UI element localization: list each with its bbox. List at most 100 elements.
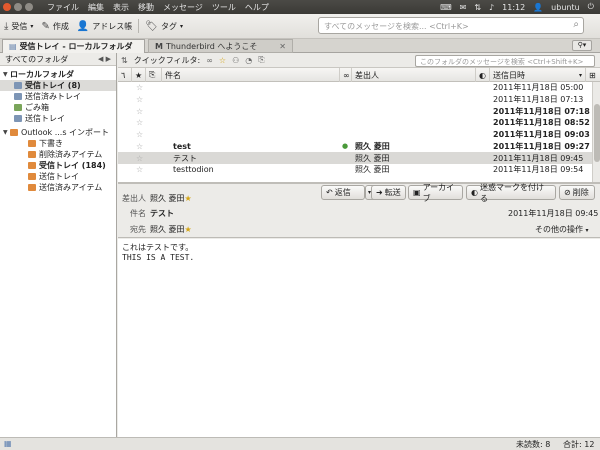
total-count: 合計: 12: [563, 440, 595, 449]
column-subject[interactable]: 件名: [162, 68, 340, 82]
star-icon[interactable]: ☆: [136, 142, 143, 151]
tag-filter-icon[interactable]: ◔: [245, 56, 252, 65]
forward-button[interactable]: ➜ 転送: [371, 185, 406, 200]
message-date-value: 2011年11月18日 09:45: [508, 209, 599, 218]
menu-go[interactable]: 移動: [138, 2, 154, 13]
star-column-icon[interactable]: ★: [132, 68, 146, 82]
power-icon[interactable]: ⏻: [588, 2, 594, 12]
column-from[interactable]: 差出人: [352, 68, 476, 82]
attachment-column-icon[interactable]: ⎘: [146, 68, 162, 82]
menu-file[interactable]: ファイル: [47, 2, 79, 13]
folder-search-input[interactable]: このフォルダのメッセージを検索 <Ctrl+Shift+K>: [415, 55, 595, 67]
attachment-filter-icon[interactable]: ⎘: [258, 55, 264, 65]
chevron-down-icon: ▾: [585, 227, 589, 234]
tab-inbox-label: 受信トレイ - ローカルフォルダ: [19, 42, 133, 51]
global-search-input[interactable]: すべてのメッセージを検索... <Ctrl+K> ⌕: [318, 17, 584, 34]
filter-toggle-icon[interactable]: ⇅: [121, 56, 128, 65]
volume-icon[interactable]: ♪: [489, 3, 494, 12]
folder-sent-items[interactable]: 送信済みアイテム: [0, 182, 116, 193]
expand-icon[interactable]: ▼: [3, 71, 10, 78]
minimize-window-icon[interactable]: [14, 3, 22, 11]
junk-button[interactable]: ◐ 迷惑マークを付ける: [466, 183, 556, 203]
star-icon[interactable]: ★: [185, 194, 192, 203]
tab-inbox[interactable]: ▤ 受信トレイ - ローカルフォルダ: [2, 39, 145, 53]
message-row[interactable]: ☆ test ● 照久 菱田 2011年11月18日 09:27: [118, 141, 592, 153]
mail-indicator-icon[interactable]: ✉: [460, 3, 467, 12]
message-row[interactable]: ☆ testtodion 照久 菱田 2011年11月18日 09:54: [118, 164, 592, 176]
tag-button[interactable]: 🏷 タグ ▾: [141, 17, 187, 35]
keyboard-icon[interactable]: ⌨: [440, 3, 452, 12]
star-icon[interactable]: ☆: [136, 154, 143, 163]
maximize-window-icon[interactable]: [25, 3, 33, 11]
folder-label: 削除済みアイテム: [39, 150, 103, 159]
folder-local[interactable]: ▼ ローカルフォルダ: [0, 69, 116, 80]
junk-icon: ◐: [471, 188, 478, 197]
message-row[interactable]: ☆ 2011年11月18日 05:00: [118, 82, 592, 94]
message-row-selected[interactable]: ☆ テスト 照久 菱田 2011年11月18日 09:45: [118, 152, 592, 164]
read-column-icon[interactable]: ∞: [340, 68, 352, 82]
compose-button[interactable]: ✎ 作成: [37, 17, 72, 35]
message-body[interactable]: これはテストです。 THIS IS A TEST.: [118, 239, 600, 437]
archive-button[interactable]: ▣ アーカイブ: [408, 183, 463, 203]
username[interactable]: ubuntu: [551, 3, 580, 12]
message-row[interactable]: ☆ 2011年11月18日 07:13: [118, 94, 592, 106]
folder-view-arrows-icon[interactable]: ◀ ▶: [98, 55, 111, 63]
chevron-down-icon[interactable]: ▾: [30, 23, 33, 30]
from-value[interactable]: 照久 菱田★: [150, 193, 192, 204]
search-icon[interactable]: ⌕: [573, 19, 579, 30]
online-status-icon[interactable]: ▦: [4, 439, 12, 448]
compose-label: 作成: [52, 21, 69, 31]
message-row[interactable]: ☆ 2011年11月18日 08:52: [118, 117, 592, 129]
to-value[interactable]: 照久 菱田★: [150, 224, 192, 235]
junk-column-icon[interactable]: ◐: [476, 68, 490, 82]
app-menu-button[interactable]: ⚲▾: [572, 40, 592, 51]
expand-icon[interactable]: ▼: [3, 129, 10, 136]
menu-tools[interactable]: ツール: [212, 2, 236, 13]
folder-trash[interactable]: ごみ箱: [0, 102, 116, 113]
folder-sent[interactable]: 送信済みトレイ: [0, 91, 116, 102]
unread-filter-icon[interactable]: ∞: [206, 56, 213, 65]
star-icon[interactable]: ☆: [136, 118, 143, 127]
folder-inbox[interactable]: 受信トレイ (8): [0, 80, 116, 91]
folder-drafts[interactable]: 下書き: [0, 138, 116, 149]
folder-outlook-outbox[interactable]: 送信トレイ: [0, 171, 116, 182]
folder-outlook-inbox[interactable]: 受信トレイ (184): [0, 160, 116, 171]
delete-button[interactable]: ⊘ 削除: [559, 185, 595, 200]
unread-dot-icon[interactable]: ●: [342, 142, 348, 150]
folder-deleted-items[interactable]: 削除済みアイテム: [0, 149, 116, 160]
thread-column-icon[interactable]: ٦: [118, 68, 132, 82]
other-actions-button[interactable]: その他の操作 ▾: [535, 224, 589, 235]
message-icon: M: [155, 41, 163, 51]
close-icon[interactable]: ✕: [279, 42, 286, 51]
star-icon[interactable]: ☆: [136, 165, 143, 174]
menu-edit[interactable]: 編集: [88, 2, 104, 13]
star-icon[interactable]: ☆: [136, 107, 143, 116]
scrollbar-thumb[interactable]: [594, 104, 600, 162]
contact-filter-icon[interactable]: ⚇: [232, 56, 239, 65]
menu-help[interactable]: ヘルプ: [245, 2, 269, 13]
receive-button[interactable]: ⤓ 受信 ▾: [0, 17, 37, 35]
subject-label: 件名: [130, 209, 146, 218]
column-date[interactable]: 送信日時 ▾: [490, 68, 586, 82]
star-filter-icon[interactable]: ☆: [219, 56, 226, 65]
folder-pane-header[interactable]: すべてのフォルダ ◀ ▶: [0, 53, 116, 66]
addressbook-button[interactable]: 👤 アドレス帳: [73, 17, 136, 35]
tab-welcome[interactable]: M Thunderbird へようこそ ✕: [148, 39, 293, 53]
clock[interactable]: 11:12: [502, 3, 525, 12]
reply-button[interactable]: ↶ 返信: [321, 185, 365, 200]
menu-view[interactable]: 表示: [113, 2, 129, 13]
network-icon[interactable]: ⇅: [474, 3, 481, 12]
message-list-scrollbar[interactable]: [592, 82, 600, 182]
close-window-icon[interactable]: [3, 3, 11, 11]
folder-icon: [28, 162, 36, 169]
folder-outbox[interactable]: 送信トレイ: [0, 113, 116, 124]
star-icon[interactable]: ★: [185, 225, 192, 234]
message-row[interactable]: ☆ 2011年11月18日 07:18: [118, 105, 592, 117]
star-icon[interactable]: ☆: [136, 95, 143, 104]
star-icon[interactable]: ☆: [136, 130, 143, 139]
star-icon[interactable]: ☆: [136, 83, 143, 92]
menu-message[interactable]: メッセージ: [163, 2, 203, 13]
column-picker-icon[interactable]: ⊞: [586, 68, 600, 82]
message-row[interactable]: ☆ 2011年11月18日 09:03: [118, 129, 592, 141]
folder-outlook-import[interactable]: ▼ Outlook ...s インポート: [0, 127, 116, 138]
